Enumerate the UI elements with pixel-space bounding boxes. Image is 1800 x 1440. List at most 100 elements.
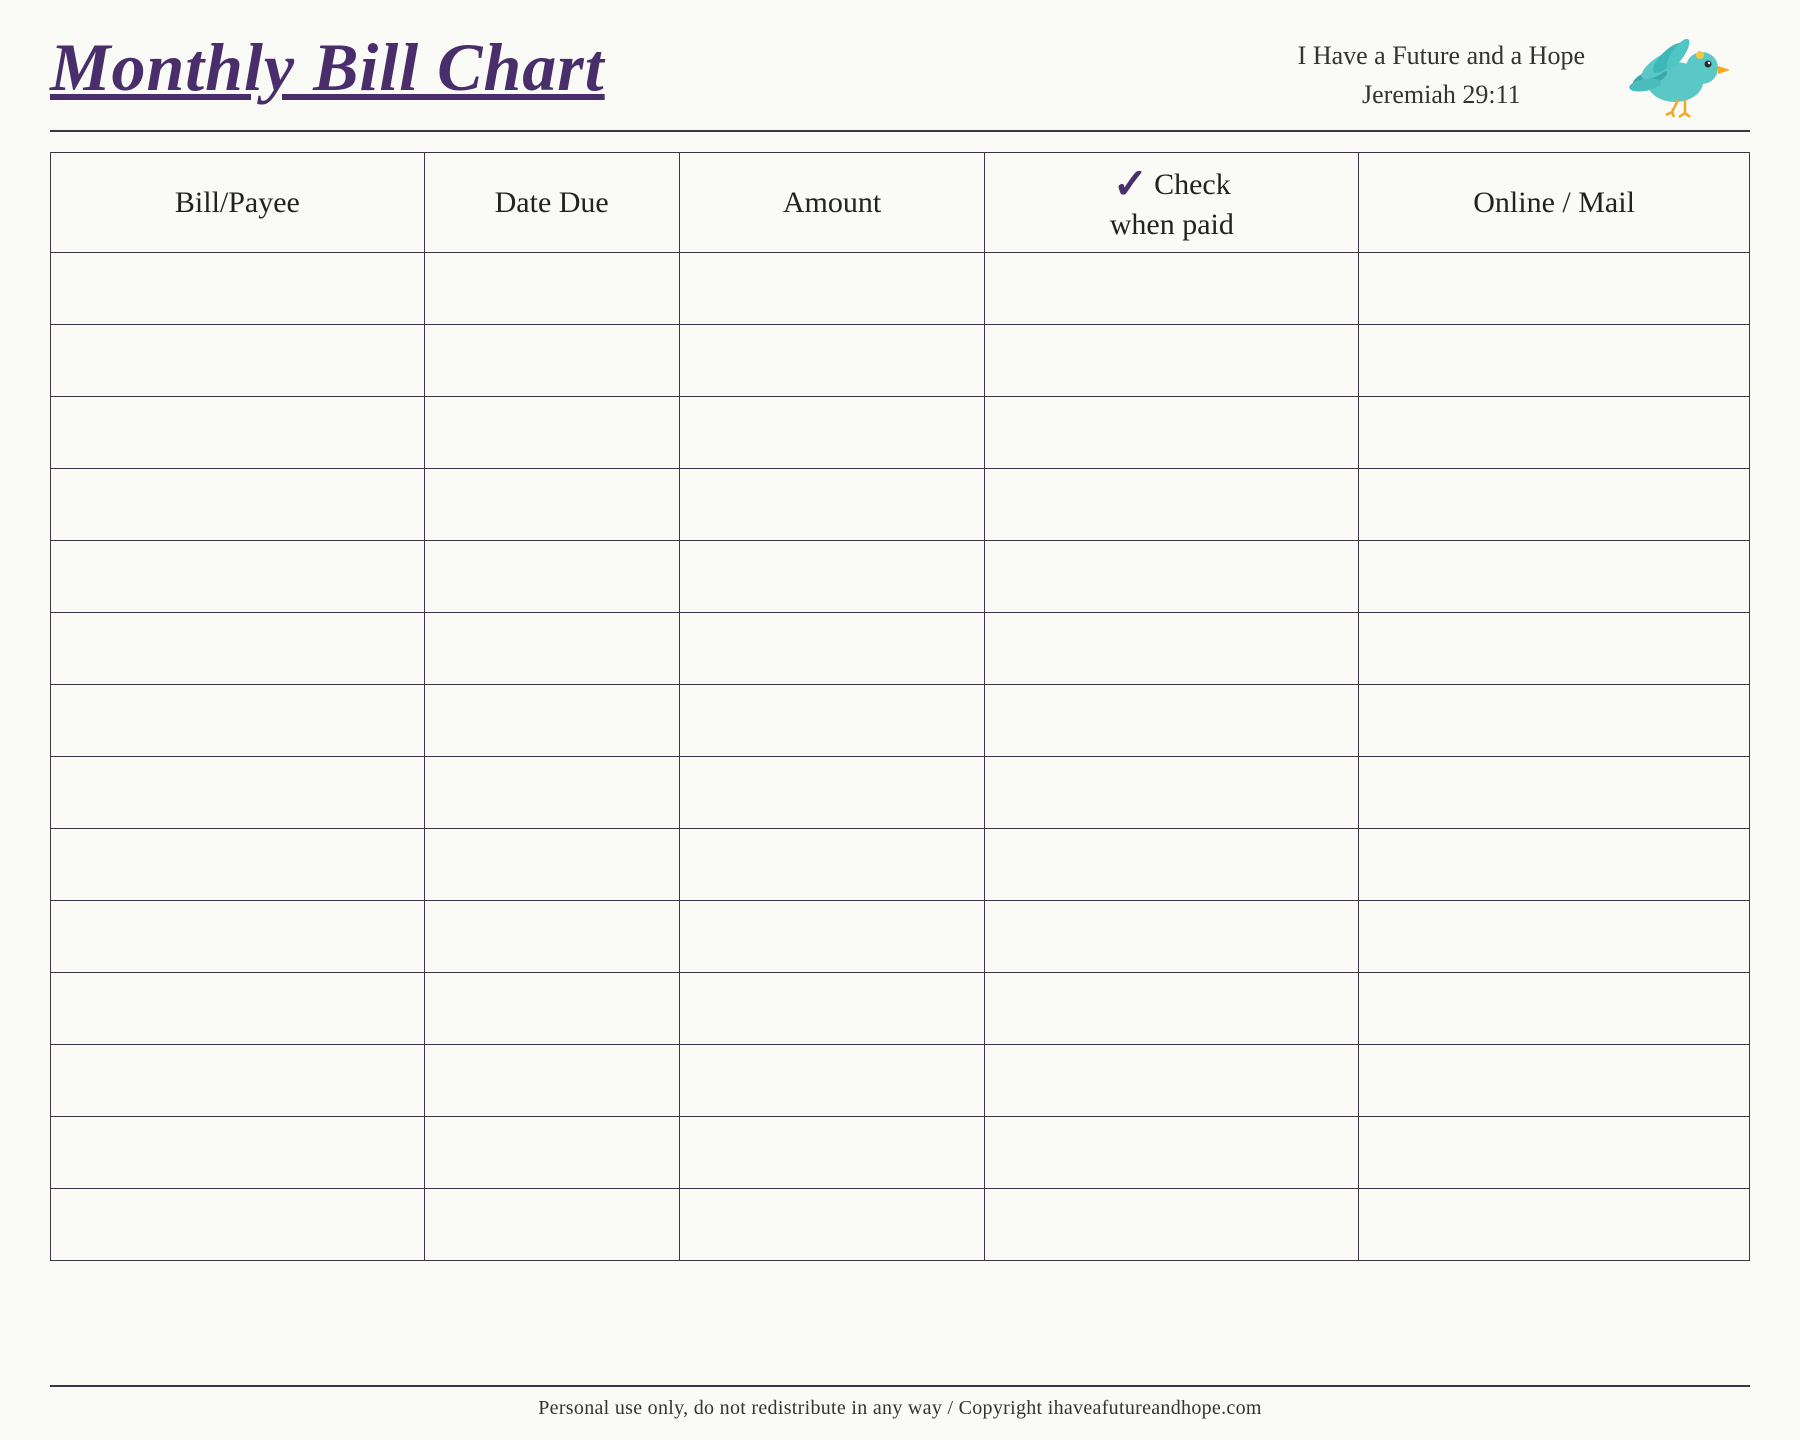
table-cell[interactable] <box>51 1117 425 1189</box>
table-cell[interactable] <box>985 613 1359 685</box>
table-cell[interactable] <box>985 469 1359 541</box>
table-cell[interactable] <box>985 757 1359 829</box>
table-cell[interactable] <box>985 1189 1359 1261</box>
table-cell[interactable] <box>679 757 985 829</box>
table-cell[interactable] <box>51 829 425 901</box>
main-title: Monthly Bill Chart <box>50 30 605 105</box>
table-cell[interactable] <box>985 829 1359 901</box>
table-cell[interactable] <box>51 541 425 613</box>
table-cell[interactable] <box>985 325 1359 397</box>
table-cell[interactable] <box>985 397 1359 469</box>
table-cell[interactable] <box>1359 397 1750 469</box>
table-cell[interactable] <box>1359 325 1750 397</box>
title-area: Monthly Bill Chart <box>50 30 605 105</box>
table-cell[interactable] <box>679 1045 985 1117</box>
table-cell[interactable] <box>424 829 679 901</box>
table-cell[interactable] <box>1359 613 1750 685</box>
page: Monthly Bill Chart I Have a Future and a… <box>0 0 1800 1440</box>
table-cell[interactable] <box>51 469 425 541</box>
table-cell[interactable] <box>679 397 985 469</box>
table-row[interactable] <box>51 1189 1750 1261</box>
table-cell[interactable] <box>1359 901 1750 973</box>
table-cell[interactable] <box>985 901 1359 973</box>
table-cell[interactable] <box>424 1117 679 1189</box>
table-cell[interactable] <box>424 973 679 1045</box>
table-cell[interactable] <box>679 685 985 757</box>
table-cell[interactable] <box>424 325 679 397</box>
table-cell[interactable] <box>679 1117 985 1189</box>
table-cell[interactable] <box>51 253 425 325</box>
scripture-area: I Have a Future and a Hope Jeremiah 29:1… <box>1298 36 1585 114</box>
table-cell[interactable] <box>424 253 679 325</box>
table-row[interactable] <box>51 613 1750 685</box>
table-row[interactable] <box>51 1117 1750 1189</box>
table-cell[interactable] <box>679 829 985 901</box>
table-cell[interactable] <box>679 253 985 325</box>
table-cell[interactable] <box>679 973 985 1045</box>
table-row[interactable] <box>51 901 1750 973</box>
table-cell[interactable] <box>985 1045 1359 1117</box>
table-cell[interactable] <box>51 397 425 469</box>
table-cell[interactable] <box>1359 1189 1750 1261</box>
table-cell[interactable] <box>51 901 425 973</box>
table-body <box>51 253 1750 1261</box>
table-row[interactable] <box>51 469 1750 541</box>
table-row[interactable] <box>51 1045 1750 1117</box>
table-cell[interactable] <box>424 1045 679 1117</box>
table-row[interactable] <box>51 397 1750 469</box>
table-cell[interactable] <box>1359 469 1750 541</box>
table-cell[interactable] <box>985 1117 1359 1189</box>
table-cell[interactable] <box>424 397 679 469</box>
table-cell[interactable] <box>1359 757 1750 829</box>
table-cell[interactable] <box>51 325 425 397</box>
check-subtext: when paid <box>1110 208 1234 242</box>
table-cell[interactable] <box>424 685 679 757</box>
table-cell[interactable] <box>424 613 679 685</box>
table-cell[interactable] <box>424 469 679 541</box>
table-cell[interactable] <box>679 325 985 397</box>
table-header-row: Bill/Payee Date Due Amount ✓ Check when … <box>51 153 1750 253</box>
table-row[interactable] <box>51 325 1750 397</box>
table-cell[interactable] <box>1359 973 1750 1045</box>
table-cell[interactable] <box>679 469 985 541</box>
table-cell[interactable] <box>985 541 1359 613</box>
table-cell[interactable] <box>1359 685 1750 757</box>
table-cell[interactable] <box>1359 253 1750 325</box>
table-cell[interactable] <box>51 1045 425 1117</box>
col-header-date: Date Due <box>424 153 679 253</box>
table-row[interactable] <box>51 757 1750 829</box>
col-header-check: ✓ Check when paid <box>985 153 1359 253</box>
table-cell[interactable] <box>1359 541 1750 613</box>
table-cell[interactable] <box>679 613 985 685</box>
table-cell[interactable] <box>424 901 679 973</box>
table-cell[interactable] <box>679 1189 985 1261</box>
scripture-line1: I Have a Future and a Hope <box>1298 36 1585 75</box>
header-right-group: I Have a Future and a Hope Jeremiah 29:1… <box>1298 30 1750 120</box>
table-cell[interactable] <box>1359 829 1750 901</box>
table-container: Bill/Payee Date Due Amount ✓ Check when … <box>50 152 1750 1375</box>
table-cell[interactable] <box>424 1189 679 1261</box>
bird-decoration <box>1620 20 1750 120</box>
table-cell[interactable] <box>51 685 425 757</box>
table-cell[interactable] <box>679 901 985 973</box>
table-cell[interactable] <box>51 757 425 829</box>
table-cell[interactable] <box>985 253 1359 325</box>
table-cell[interactable] <box>679 541 985 613</box>
header: Monthly Bill Chart I Have a Future and a… <box>50 30 1750 132</box>
table-cell[interactable] <box>985 685 1359 757</box>
table-cell[interactable] <box>1359 1117 1750 1189</box>
bill-chart-table: Bill/Payee Date Due Amount ✓ Check when … <box>50 152 1750 1261</box>
table-cell[interactable] <box>424 541 679 613</box>
table-row[interactable] <box>51 541 1750 613</box>
table-row[interactable] <box>51 253 1750 325</box>
table-cell[interactable] <box>51 1189 425 1261</box>
table-row[interactable] <box>51 829 1750 901</box>
footer: Personal use only, do not redistribute i… <box>50 1385 1750 1420</box>
table-cell[interactable] <box>424 757 679 829</box>
table-row[interactable] <box>51 685 1750 757</box>
table-row[interactable] <box>51 973 1750 1045</box>
table-cell[interactable] <box>51 973 425 1045</box>
table-cell[interactable] <box>985 973 1359 1045</box>
table-cell[interactable] <box>1359 1045 1750 1117</box>
table-cell[interactable] <box>51 613 425 685</box>
